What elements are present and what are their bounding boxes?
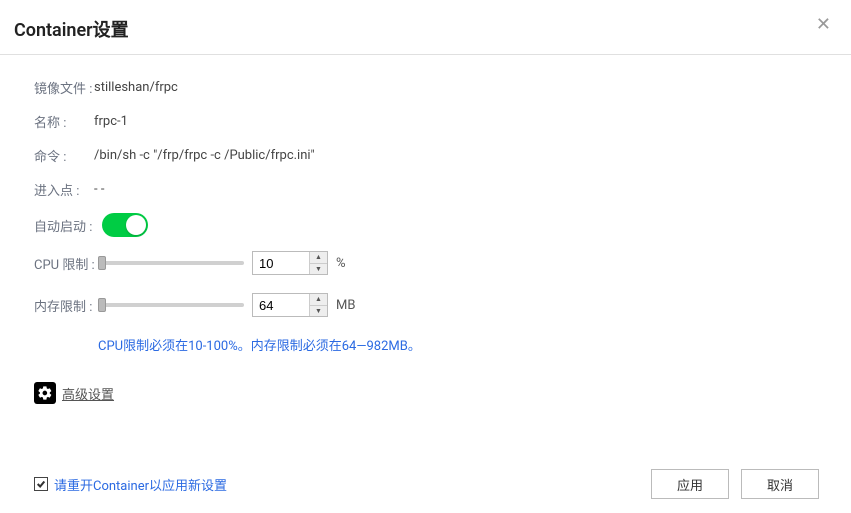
image-label: 镜像文件 :: [34, 78, 94, 97]
cpu-limit-input[interactable]: [253, 252, 309, 274]
entrypoint-value: - -: [94, 182, 104, 197]
restart-checkbox-label: 请重开Container以应用新设置: [54, 475, 227, 494]
cpu-limit-label: CPU 限制 :: [34, 254, 98, 273]
dialog-title: Container设置: [14, 16, 129, 42]
cpu-limit-input-group: ▲ ▼: [252, 251, 328, 275]
memory-unit: MB: [336, 298, 355, 313]
memory-limit-input-group: ▲ ▼: [252, 293, 328, 317]
toggle-knob: [126, 215, 146, 235]
autostart-label: 自动启动 :: [34, 216, 94, 235]
cpu-spinner-up[interactable]: ▲: [310, 252, 327, 264]
command-value: /bin/sh -c "/frp/frpc -c /Public/frpc.in…: [94, 148, 315, 163]
cancel-button[interactable]: 取消: [741, 469, 819, 499]
memory-limit-slider[interactable]: [98, 303, 244, 307]
memory-limit-label: 内存限制 :: [34, 296, 98, 315]
memory-limit-input[interactable]: [253, 294, 309, 316]
slider-thumb[interactable]: [98, 256, 106, 270]
advanced-settings-link[interactable]: 高级设置: [62, 384, 114, 403]
entrypoint-label: 进入点 :: [34, 180, 94, 199]
cpu-unit: %: [336, 256, 346, 271]
command-label: 命令 :: [34, 146, 94, 165]
memory-spinner-down[interactable]: ▼: [310, 306, 327, 317]
cpu-limit-slider[interactable]: [98, 261, 244, 265]
restart-checkbox[interactable]: [34, 477, 48, 491]
gear-icon: [34, 382, 56, 404]
image-value: stilleshan/frpc: [94, 80, 178, 95]
apply-button[interactable]: 应用: [651, 469, 729, 499]
name-value: frpc-1: [94, 114, 128, 129]
cpu-spinner-down[interactable]: ▼: [310, 264, 327, 275]
slider-thumb[interactable]: [98, 298, 106, 312]
name-label: 名称 :: [34, 112, 94, 131]
memory-spinner-up[interactable]: ▲: [310, 294, 327, 306]
autostart-toggle[interactable]: [102, 213, 148, 237]
close-icon[interactable]: ✕: [814, 16, 833, 34]
limits-help-text: CPU限制必须在10-100%。内存限制必须在64—982MB。: [98, 335, 817, 354]
